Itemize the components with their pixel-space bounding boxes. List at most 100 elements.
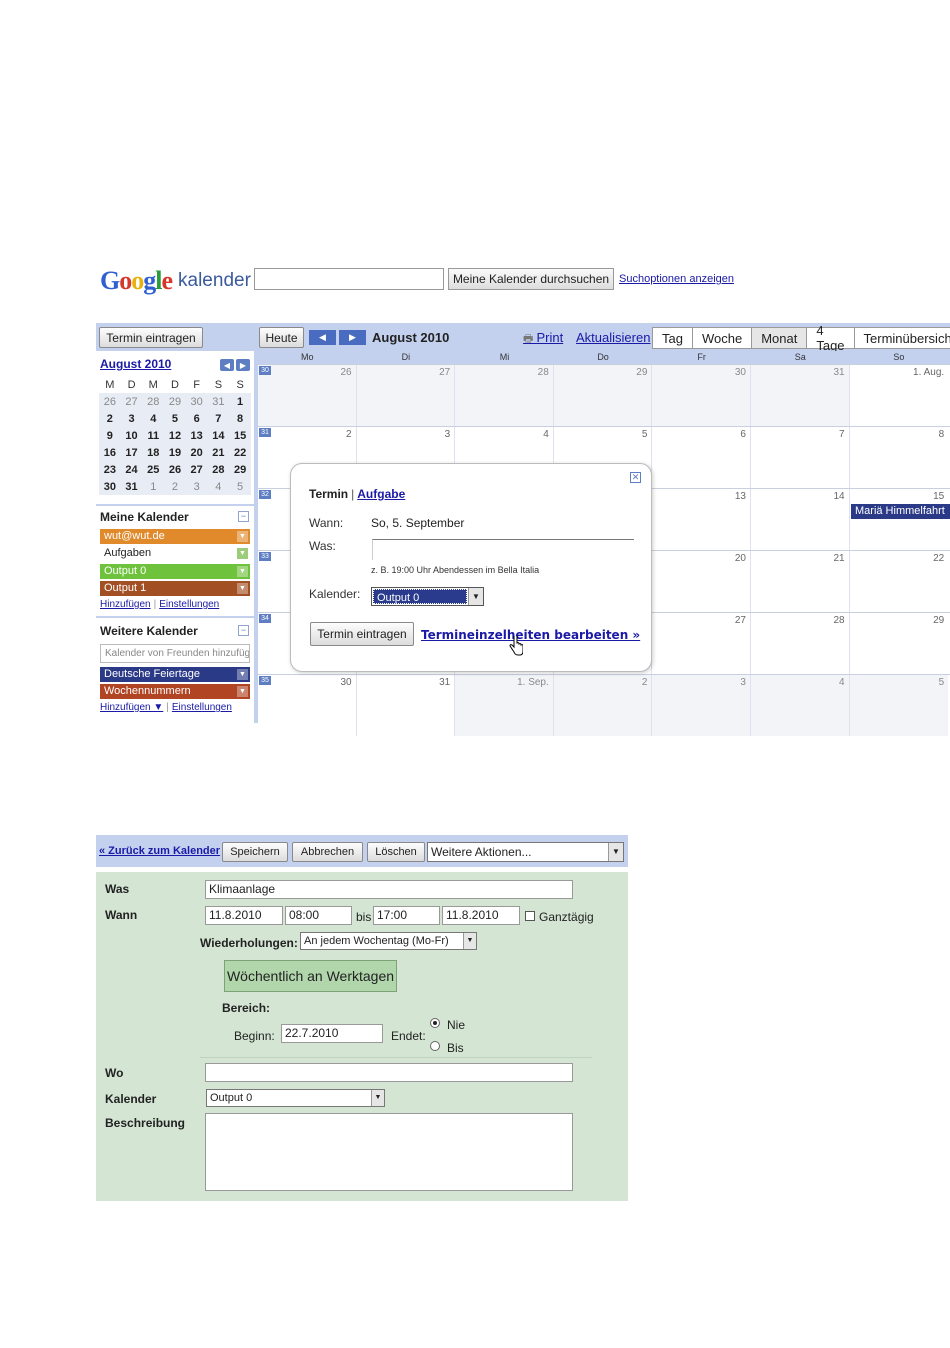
prev-month-icon[interactable]: ◀ bbox=[309, 330, 336, 345]
search-options-link[interactable]: Suchoptionen anzeigen bbox=[619, 273, 734, 285]
google-calendar-logo[interactable]: Google kalender bbox=[100, 262, 251, 296]
calendar-select[interactable]: Output 0 ▼ bbox=[371, 587, 484, 606]
mini-calendar-day[interactable]: 6 bbox=[185, 410, 208, 427]
view-tab[interactable]: 4 Tage bbox=[806, 323, 854, 353]
print-link[interactable]: 🖶 Print bbox=[523, 330, 563, 349]
day-cell[interactable]: 15 bbox=[850, 489, 949, 550]
back-to-calendar-link[interactable]: « Zurück zum Kalender bbox=[99, 845, 220, 857]
calendar-options-icon[interactable]: ▼ bbox=[237, 582, 248, 594]
mini-calendar-day[interactable]: 29 bbox=[229, 461, 251, 478]
add-other-calendar-link[interactable]: Hinzufügen ▼ bbox=[100, 702, 163, 713]
mini-calendar-month[interactable]: August 2010 bbox=[100, 357, 171, 371]
mini-calendar-day[interactable]: 19 bbox=[164, 444, 186, 461]
calendar-item[interactable]: Wochennummern ▼ bbox=[100, 684, 250, 699]
day-cell[interactable]: 1. Sep. bbox=[455, 675, 554, 736]
mini-calendar-day[interactable]: 30 bbox=[185, 393, 208, 410]
mini-prev-icon[interactable]: ◀ bbox=[220, 359, 234, 371]
day-cell[interactable]: 8 bbox=[850, 427, 949, 488]
mini-calendar-day[interactable]: 3 bbox=[120, 410, 143, 427]
mini-calendar-day[interactable]: 26 bbox=[164, 461, 186, 478]
mini-calendar-day[interactable]: 22 bbox=[229, 444, 251, 461]
day-cell[interactable]: 1. Aug. bbox=[850, 365, 949, 426]
day-cell[interactable]: 30 bbox=[652, 365, 751, 426]
mini-next-icon[interactable]: ▶ bbox=[236, 359, 250, 371]
calendar-item[interactable]: Deutsche Feiertage ▼ bbox=[100, 667, 250, 682]
all-day-checkbox[interactable] bbox=[525, 911, 535, 921]
mini-calendar-day[interactable]: 28 bbox=[207, 461, 230, 478]
holiday-event[interactable]: Mariä Himmelfahrt bbox=[851, 504, 950, 519]
calendar-item[interactable]: Output 0 ▼ bbox=[100, 563, 250, 579]
calendar-select[interactable]: Output 0 ▼ bbox=[206, 1089, 385, 1107]
where-input[interactable] bbox=[205, 1063, 573, 1082]
mini-calendar-day[interactable]: 9 bbox=[99, 427, 121, 444]
search-calendars-button[interactable]: Meine Kalender durchsuchen bbox=[448, 268, 614, 290]
refresh-link[interactable]: Aktualisieren bbox=[576, 330, 650, 345]
save-button[interactable]: Speichern bbox=[222, 842, 288, 862]
mini-calendar-day[interactable]: 21 bbox=[207, 444, 230, 461]
mini-calendar-day[interactable]: 18 bbox=[142, 444, 165, 461]
day-cell[interactable]: 29 bbox=[850, 613, 949, 674]
mini-calendar-day[interactable]: 5 bbox=[229, 478, 251, 495]
day-cell[interactable]: 5 bbox=[849, 675, 949, 736]
tab-task[interactable]: Aufgabe bbox=[357, 487, 405, 501]
what-input[interactable] bbox=[372, 539, 634, 560]
day-cell[interactable]: 13 bbox=[652, 489, 751, 550]
other-calendar-settings-link[interactable]: Einstellungen bbox=[172, 702, 232, 713]
mini-calendar-day[interactable]: 16 bbox=[99, 444, 121, 461]
new-event-button[interactable]: Termin eintragen bbox=[99, 327, 203, 348]
mini-calendar-day[interactable]: 2 bbox=[99, 410, 121, 427]
cancel-button[interactable]: Abbrechen bbox=[292, 842, 363, 862]
view-tab[interactable]: Woche bbox=[691, 327, 752, 349]
calendar-item[interactable]: Aufgaben ▼ bbox=[100, 546, 250, 562]
day-cell[interactable]: 27 bbox=[652, 613, 751, 674]
more-actions-select[interactable]: Weitere Aktionen... ▼ bbox=[427, 842, 624, 862]
today-button[interactable]: Heute bbox=[259, 327, 304, 348]
mini-calendar-day[interactable]: 15 bbox=[229, 427, 251, 444]
mini-calendar-day[interactable]: 4 bbox=[207, 478, 230, 495]
calendar-item[interactable]: wut@wut.de ▼ bbox=[100, 529, 250, 544]
mini-calendar-day[interactable]: 31 bbox=[207, 393, 230, 410]
day-cell[interactable]: 27 bbox=[356, 365, 456, 426]
view-tab[interactable]: Monat bbox=[751, 327, 807, 349]
mini-calendar-day[interactable]: 10 bbox=[120, 427, 143, 444]
end-time-input[interactable]: 17:00 bbox=[373, 906, 440, 925]
collapse-other-calendars-icon[interactable]: − bbox=[238, 625, 249, 636]
mini-calendar-day[interactable]: 1 bbox=[229, 393, 251, 410]
mini-calendar-day[interactable]: 1 bbox=[142, 478, 165, 495]
mini-calendar-day[interactable]: 24 bbox=[120, 461, 143, 478]
close-icon[interactable]: ✕ bbox=[630, 472, 641, 483]
mini-calendar-day[interactable]: 13 bbox=[185, 427, 208, 444]
day-cell[interactable]: 21 bbox=[751, 551, 850, 612]
mini-calendar-day[interactable]: 28 bbox=[142, 393, 165, 410]
delete-button[interactable]: Löschen bbox=[367, 842, 425, 862]
day-cell[interactable]: 30 bbox=[258, 675, 357, 736]
day-cell[interactable]: 28 bbox=[751, 613, 850, 674]
day-cell[interactable]: 14 bbox=[751, 489, 850, 550]
day-cell[interactable]: 6 bbox=[652, 427, 751, 488]
day-cell[interactable]: 29 bbox=[553, 365, 653, 426]
view-tab[interactable]: Tag bbox=[652, 327, 692, 349]
next-month-icon[interactable]: ▶ bbox=[339, 330, 366, 345]
mini-calendar-day[interactable]: 7 bbox=[207, 410, 230, 427]
repeat-select[interactable]: An jedem Wochentag (Mo-Fr) ▼ bbox=[300, 932, 477, 950]
mini-calendar-day[interactable]: 30 bbox=[99, 478, 121, 495]
mini-calendar-day[interactable]: 17 bbox=[120, 444, 143, 461]
end-date-input[interactable]: 11.8.2010 bbox=[442, 906, 520, 925]
day-cell[interactable]: 4 bbox=[751, 675, 850, 736]
start-time-input[interactable]: 08:00 bbox=[285, 906, 352, 925]
mini-calendar-day[interactable]: 5 bbox=[164, 410, 186, 427]
calendar-options-icon[interactable]: ▼ bbox=[237, 686, 248, 697]
day-cell[interactable]: 22 bbox=[850, 551, 949, 612]
mini-calendar-day[interactable]: 14 bbox=[207, 427, 230, 444]
mini-calendar-day[interactable]: 26 bbox=[99, 393, 121, 410]
day-cell[interactable]: 3 bbox=[652, 675, 751, 736]
calendar-options-icon[interactable]: ▼ bbox=[237, 669, 248, 680]
view-tab[interactable]: Terminübersicht bbox=[853, 327, 950, 349]
ends-never-radio[interactable] bbox=[430, 1018, 440, 1028]
collapse-my-calendars-icon[interactable]: − bbox=[238, 511, 249, 522]
calendar-options-icon[interactable]: ▼ bbox=[237, 548, 248, 560]
day-cell[interactable]: 2 bbox=[553, 675, 653, 736]
add-calendar-link[interactable]: Hinzufügen bbox=[100, 599, 151, 610]
mini-calendar-day[interactable]: 20 bbox=[185, 444, 208, 461]
day-cell[interactable]: 31 bbox=[751, 365, 850, 426]
